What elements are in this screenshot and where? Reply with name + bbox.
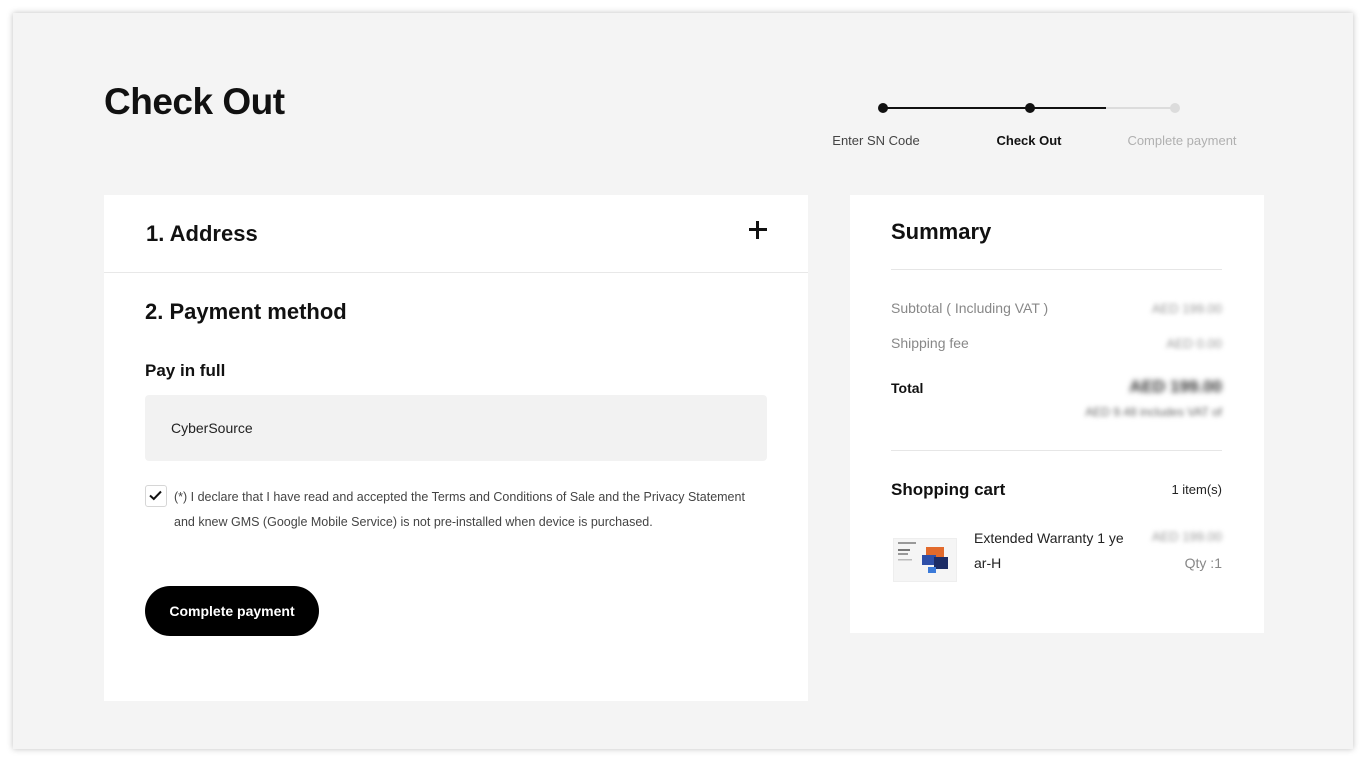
stepper-line-done: [883, 107, 1030, 109]
shipping-fee-value: AED 0.00: [1166, 336, 1222, 351]
product-thumbnail: [893, 538, 957, 582]
summary-divider-top: [891, 269, 1222, 270]
step-dot-check-out: [1025, 103, 1035, 113]
total-label: Total: [891, 380, 924, 396]
payment-option-label: CyberSource: [171, 420, 253, 436]
cart-item-name: Extended Warranty 1 ye ar-H: [974, 530, 1124, 571]
page-title: Check Out: [104, 81, 285, 122]
stepper-line-current: [1030, 107, 1106, 109]
shopping-cart-title: Shopping cart: [891, 480, 1006, 499]
step-label-check-out: Check Out: [996, 133, 1062, 148]
step-dot-enter-sn: [878, 103, 888, 113]
order-summary-panel: Summary Subtotal ( Including VAT ) AED 1…: [850, 195, 1264, 633]
total-value: AED 199.00: [1129, 377, 1222, 396]
shipping-fee-label: Shipping fee: [891, 335, 969, 351]
consent-text: (*) I declare that I have read and accep…: [174, 490, 745, 529]
cart-item-count: 1 item(s): [1171, 482, 1222, 497]
payment-method-title: 2. Payment method: [145, 299, 347, 324]
stepper-line-pending: [1106, 107, 1176, 109]
subtotal-label: Subtotal ( Including VAT ): [891, 300, 1049, 316]
consent-checkbox[interactable]: [145, 485, 167, 507]
complete-payment-button[interactable]: Complete payment: [145, 586, 319, 636]
cart-item-qty: Qty :1: [1184, 555, 1222, 571]
step-label-complete-payment: Complete payment: [1127, 133, 1237, 148]
vat-note: AED 9.48 includes VAT of: [1085, 405, 1222, 419]
summary-divider-bottom: [891, 450, 1222, 451]
payment-option-cybersource[interactable]: CyberSource: [145, 395, 767, 461]
checkout-page: Check Out Enter SN Code Check Out Comple…: [13, 13, 1353, 749]
subtotal-value: AED 199.00: [1151, 301, 1222, 316]
warranty-card-image: [894, 539, 956, 581]
checkout-form-panel: 1. Address 2. Payment method Pay in full…: [104, 195, 808, 701]
step-dot-complete-payment: [1170, 103, 1180, 113]
cart-item-price: AED 199.00: [1151, 529, 1222, 544]
pay-in-full-label: Pay in full: [145, 361, 226, 380]
step-label-enter-sn: Enter SN Code: [832, 133, 920, 148]
address-section-header[interactable]: 1. Address: [104, 195, 808, 273]
summary-title: Summary: [891, 219, 992, 244]
plus-icon[interactable]: [749, 221, 767, 239]
checkmark-icon: [149, 490, 162, 501]
address-title: 1. Address: [146, 221, 258, 246]
